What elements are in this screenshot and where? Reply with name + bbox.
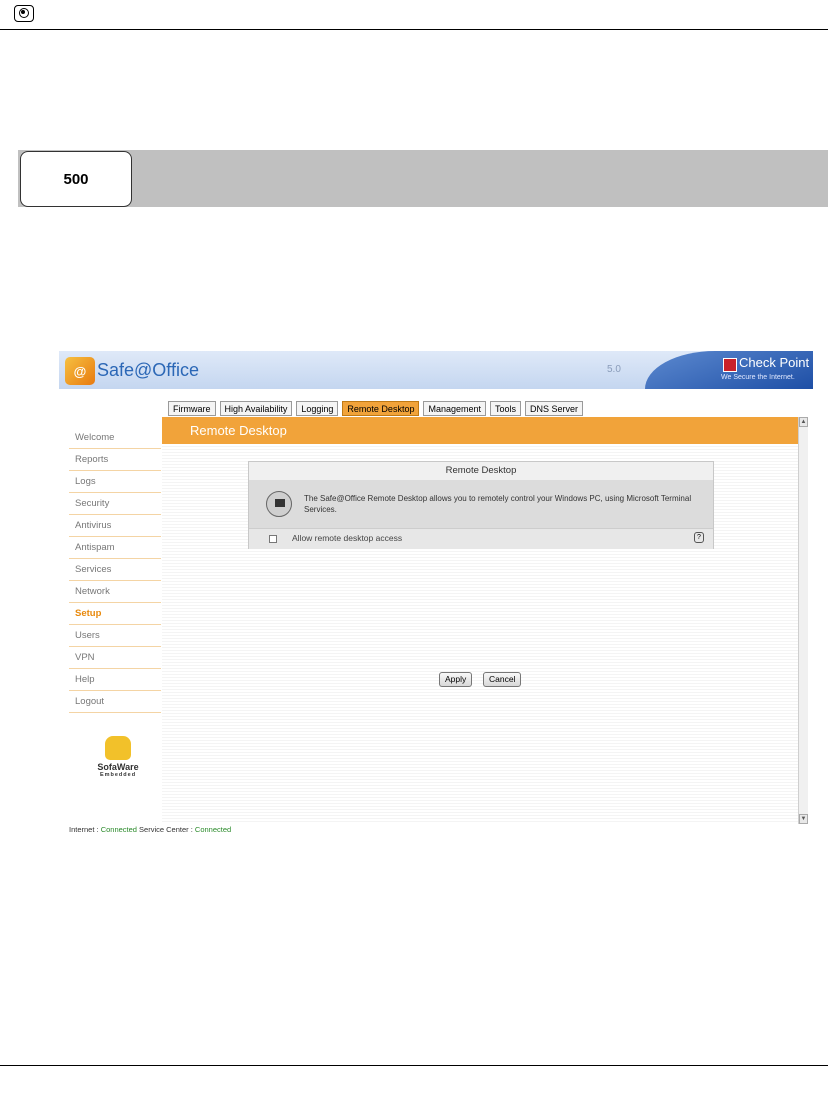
safe-office-logo-icon: @ xyxy=(65,357,95,385)
panel-description: The Safe@Office Remote Desktop allows yo… xyxy=(304,494,692,514)
model-band xyxy=(18,150,828,207)
scroll-down-arrow-icon[interactable]: ▼ xyxy=(799,814,808,824)
sofaware-logo-subtitle: Embedded xyxy=(99,772,137,778)
model-label: 500 xyxy=(20,151,132,207)
scroll-up-arrow-icon[interactable]: ▲ xyxy=(799,417,808,427)
sidebar-item-security[interactable]: Security xyxy=(69,493,161,515)
sidebar-item-vpn[interactable]: VPN xyxy=(69,647,161,669)
sofaware-logo: SofaWare Embedded xyxy=(87,736,149,791)
sidebar-item-antispam[interactable]: Antispam xyxy=(69,537,161,559)
sidebar-item-reports[interactable]: Reports xyxy=(69,449,161,471)
sidebar-item-welcome[interactable]: Welcome xyxy=(69,427,161,449)
setup-tabs: Firmware High Availability Logging Remot… xyxy=(168,401,584,417)
sidebar-item-logout[interactable]: Logout xyxy=(69,691,161,713)
top-divider xyxy=(0,29,828,30)
app-screenshot: @ Safe@Office 5.0 Check Point We Secure … xyxy=(59,351,813,839)
panel-body: The Safe@Office Remote Desktop allows yo… xyxy=(249,480,713,528)
app-header: @ Safe@Office 5.0 Check Point We Secure … xyxy=(59,351,813,389)
internet-status-value: Connected xyxy=(100,825,137,834)
status-bar: Internet : Connected Service Center : Co… xyxy=(69,825,231,834)
sidebar-item-network[interactable]: Network xyxy=(69,581,161,603)
sidebar-item-antivirus[interactable]: Antivirus xyxy=(69,515,161,537)
computer-icon xyxy=(266,491,292,517)
tab-logging[interactable]: Logging xyxy=(296,401,339,416)
tab-firmware[interactable]: Firmware xyxy=(168,401,216,416)
bottom-divider xyxy=(0,1065,828,1066)
brand-name: Check Point xyxy=(739,355,810,370)
page-title: Remote Desktop xyxy=(190,423,287,438)
cancel-button[interactable]: Cancel xyxy=(483,672,522,687)
sidebar-item-help[interactable]: Help xyxy=(69,669,161,691)
app-title: Safe@Office xyxy=(97,360,199,380)
content-scrollbar[interactable]: ▲ ▼ xyxy=(798,417,808,824)
sofaware-logo-name: SofaWare xyxy=(97,762,139,772)
sidebar-item-services[interactable]: Services xyxy=(69,559,161,581)
app-version: 5.0 xyxy=(607,364,621,375)
sidebar: Welcome Reports Logs Security Antivirus … xyxy=(69,427,161,713)
sidebar-item-setup[interactable]: Setup xyxy=(69,603,161,625)
remote-desktop-panel: Remote Desktop The Safe@Office Remote De… xyxy=(248,461,714,549)
brand-tagline: We Secure the Internet. xyxy=(721,374,795,381)
tab-management[interactable]: Management xyxy=(423,401,486,416)
allow-remote-desktop-label: Allow remote desktop access xyxy=(292,533,403,543)
camera-icon xyxy=(14,5,34,22)
tab-remote-desktop[interactable]: Remote Desktop xyxy=(342,401,420,416)
sidebar-item-logs[interactable]: Logs xyxy=(69,471,161,493)
service-center-status-label: Service Center : xyxy=(136,825,195,834)
help-icon[interactable]: ? xyxy=(694,532,704,543)
tab-tools[interactable]: Tools xyxy=(490,401,522,416)
allow-remote-desktop-row: Allow remote desktop access ? xyxy=(249,528,713,549)
apply-button[interactable]: Apply xyxy=(439,672,473,687)
tab-dns-server[interactable]: DNS Server xyxy=(525,401,584,416)
internet-status-label: Internet : xyxy=(69,825,101,834)
tab-high-availability[interactable]: High Availability xyxy=(219,401,293,416)
check-point-logo-icon xyxy=(723,358,737,372)
sofaware-bear-icon xyxy=(105,736,131,760)
panel-title: Remote Desktop xyxy=(249,462,713,481)
page-title-bar: Remote Desktop xyxy=(162,417,798,444)
service-center-status-value: Connected xyxy=(194,825,232,834)
allow-remote-desktop-checkbox[interactable] xyxy=(269,535,277,543)
sidebar-item-users[interactable]: Users xyxy=(69,625,161,647)
